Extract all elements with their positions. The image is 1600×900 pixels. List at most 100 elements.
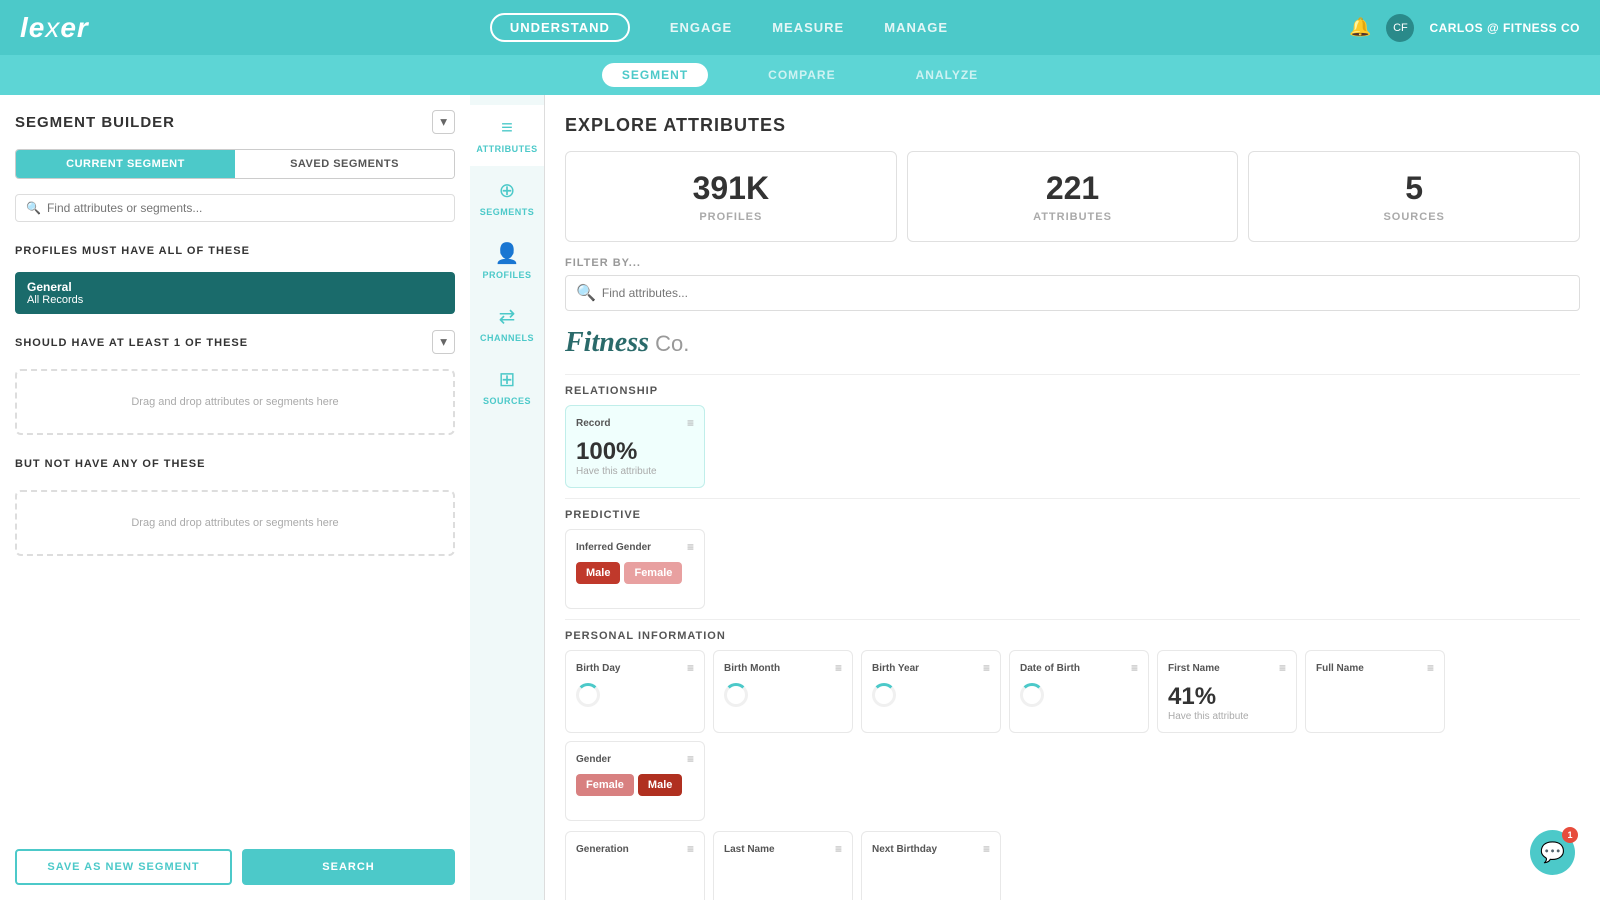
nav-understand[interactable]: UNDERSTAND [490,13,630,42]
female-pill2[interactable]: Female [576,774,634,796]
inferred-gender-pills: Male Female [576,562,694,584]
main-nav: UNDERSTAND ENGAGE MEASURE MANAGE [490,13,948,42]
sidebar-item-channels[interactable]: ⇄ CHANNELS [470,292,544,355]
collapse-button[interactable]: ▾ [432,110,455,134]
explore-attributes-title: EXPLORE ATTRIBUTES [565,115,1580,136]
search-button[interactable]: SEARCH [242,849,455,885]
brand-co-text: Co. [649,331,689,356]
last-name-header: Last Name ≡ [724,842,842,856]
segments-icon: ⊕ [499,178,516,203]
sources-icon: ⊞ [499,367,516,392]
record-card-title: Record [576,418,610,429]
record-card-header: Record ≡ [576,416,694,430]
segment-tabs: CURRENT SEGMENT SAVED SEGMENTS [15,149,455,179]
profiles-count: 391K [584,170,878,207]
record-card-menu-icon[interactable]: ≡ [687,416,694,430]
relationship-grid: Record ≡ 100% Have this attribute [565,405,1580,488]
record-card: Record ≡ 100% Have this attribute [565,405,705,488]
inferred-gender-header: Inferred Gender ≡ [576,540,694,554]
brand-fitness-text: Fitness [565,327,649,358]
tab-saved-segments[interactable]: SAVED SEGMENTS [235,150,454,178]
attribute-search-input[interactable] [47,201,444,215]
gender-header: Gender ≡ [576,752,694,766]
birth-month-title: Birth Month [724,663,780,674]
profiles-label: PROFILES [584,211,878,223]
filter-search-input[interactable] [602,286,1569,300]
last-name-title: Last Name [724,844,775,855]
gender-title: Gender [576,754,611,765]
channels-label: CHANNELS [480,333,534,343]
not-have-drop-zone[interactable]: Drag and drop attributes or segments her… [15,490,455,556]
date-of-birth-card: Date of Birth ≡ [1009,650,1149,733]
personal-info-section-title: PERSONAL INFORMATION [565,630,1580,642]
generation-title: Generation [576,844,629,855]
nav-manage[interactable]: MANAGE [884,20,948,35]
segments-label: SEGMENTS [480,207,535,217]
next-birthday-card: Next Birthday ≡ [861,831,1001,900]
inferred-gender-card: Inferred Gender ≡ Male Female [565,529,705,609]
filter-search-icon: 🔍 [576,283,596,303]
main-layout: SEGMENT BUILDER ▾ CURRENT SEGMENT SAVED … [0,95,1600,900]
should-have-label: SHOULD HAVE AT LEAST 1 OF THESE [15,337,248,349]
personal-info-grid: Birth Day ≡ Birth Month ≡ Birth Year ≡ [565,650,1580,821]
sidebar-item-segments[interactable]: ⊕ SEGMENTS [470,166,544,229]
notification-bell-icon[interactable]: 🔔 [1349,17,1371,38]
last-name-menu-icon[interactable]: ≡ [835,842,842,856]
tag-line1: General [27,280,443,294]
male-pill2[interactable]: Male [638,774,682,796]
chat-badge: 1 [1562,827,1578,843]
next-birthday-menu-icon[interactable]: ≡ [983,842,990,856]
birth-month-spinner [724,683,748,707]
birth-day-menu-icon[interactable]: ≡ [687,661,694,675]
gender-pills: Female Male [576,774,694,796]
tab-segment[interactable]: SEGMENT [602,63,708,87]
should-have-collapse-btn[interactable]: ▾ [432,330,455,354]
channels-icon: ⇄ [499,304,516,329]
nav-measure[interactable]: MEASURE [772,20,844,35]
chat-bubble[interactable]: 💬 1 [1530,830,1575,875]
full-name-menu-icon[interactable]: ≡ [1427,661,1434,675]
male-pill[interactable]: Male [576,562,620,584]
generation-card: Generation ≡ [565,831,705,900]
sidebar-item-sources[interactable]: ⊞ SOURCES [470,355,544,418]
should-have-drop-zone[interactable]: Drag and drop attributes or segments her… [15,369,455,435]
all-records-tag[interactable]: General All Records [15,272,455,314]
date-of-birth-spinner [1020,683,1044,707]
first-name-percent: 41% [1168,683,1286,711]
full-name-title: Full Name [1316,663,1364,674]
birth-year-menu-icon[interactable]: ≡ [983,661,990,675]
sidebar-item-profiles[interactable]: 👤 PROFILES [470,229,544,292]
profiles-stat-card: 391K PROFILES [565,151,897,242]
tab-compare[interactable]: COMPARE [748,63,855,87]
tab-current-segment[interactable]: CURRENT SEGMENT [16,150,235,178]
full-name-header: Full Name ≡ [1316,661,1434,675]
birth-year-title: Birth Year [872,663,919,674]
divider2 [565,498,1580,499]
profiles-label: PROFILES [482,270,531,280]
generation-menu-icon[interactable]: ≡ [687,842,694,856]
save-segment-button[interactable]: SAVE AS NEW SEGMENT [15,849,232,885]
sidebar-item-attributes[interactable]: ≡ ATTRIBUTES [470,105,544,166]
nav-engage[interactable]: ENGAGE [670,20,732,35]
female-pill[interactable]: Female [624,562,682,584]
first-name-sub: Have this attribute [1168,711,1286,722]
first-name-menu-icon[interactable]: ≡ [1279,661,1286,675]
relationship-section-title: RELATIONSHIP [565,385,1580,397]
user-info: CARLOS @ FITNESS CO [1429,21,1580,35]
generation-header: Generation ≡ [576,842,694,856]
app-logo: lexer [20,12,89,44]
tab-analyze[interactable]: ANALYZE [896,63,999,87]
should-have-section-header: SHOULD HAVE AT LEAST 1 OF THESE ▾ [15,329,455,354]
inferred-gender-title: Inferred Gender [576,542,651,553]
gender-card: Gender ≡ Female Male [565,741,705,821]
personal-info-grid2: Generation ≡ Last Name ≡ Next Birthday ≡ [565,831,1580,900]
date-of-birth-menu-icon[interactable]: ≡ [1131,661,1138,675]
birth-month-menu-icon[interactable]: ≡ [835,661,842,675]
bottom-buttons: SAVE AS NEW SEGMENT SEARCH [15,839,455,885]
full-name-card: Full Name ≡ [1305,650,1445,733]
filter-by-label: FILTER BY... [565,257,1580,269]
inferred-gender-menu-icon[interactable]: ≡ [687,540,694,554]
sources-count: 5 [1267,170,1561,207]
gender-menu-icon[interactable]: ≡ [687,752,694,766]
next-birthday-title: Next Birthday [872,844,937,855]
